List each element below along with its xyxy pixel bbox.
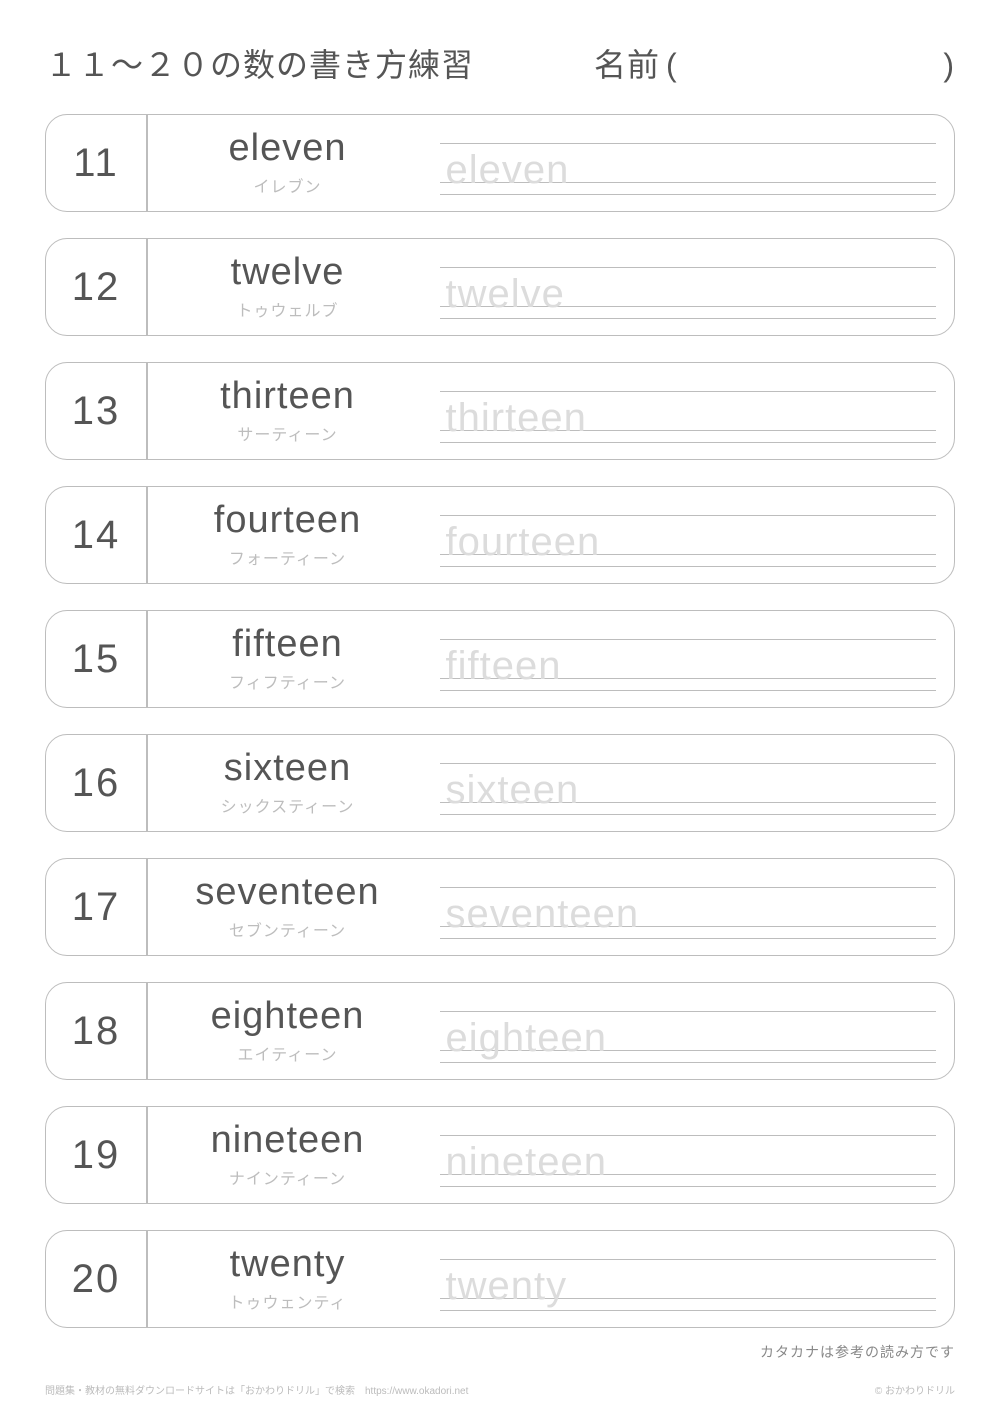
practice-row: 19 nineteen ナインティーン nineteen (45, 1106, 955, 1204)
word-cell: fourteen フォーティーン (148, 487, 428, 583)
word-english: thirteen (220, 377, 355, 415)
practice-row: 20 twenty トゥウェンティ twenty (45, 1230, 955, 1328)
page-footer: 問題集・教材の無料ダウンロードサイトは「おかわりドリル」で検索 https://… (45, 1382, 955, 1397)
practice-row: 17 seventeen セブンティーン seventeen (45, 858, 955, 956)
writing-line: twelve (440, 267, 937, 307)
trace-word: eleven (446, 150, 570, 190)
number-cell: 20 (46, 1231, 146, 1327)
number-cell: 16 (46, 735, 146, 831)
number-cell: 15 (46, 611, 146, 707)
word-katakana: シックスティーン (221, 793, 355, 817)
word-english: twenty (230, 1245, 346, 1283)
writing-cell[interactable]: eleven (428, 115, 955, 211)
writing-cell[interactable]: nineteen (428, 1107, 955, 1203)
word-katakana: エイティーン (238, 1041, 338, 1065)
number-cell: 14 (46, 487, 146, 583)
writing-cell[interactable]: thirteen (428, 363, 955, 459)
writing-line: twenty (440, 1259, 937, 1299)
word-katakana: トゥウェンティ (228, 1289, 346, 1313)
word-katakana: フィフティーン (229, 669, 346, 693)
writing-line: fifteen (440, 639, 937, 679)
word-cell: fifteen フィフティーン (148, 611, 428, 707)
word-katakana: イレブン (253, 173, 321, 197)
writing-line: eighteen (440, 1011, 937, 1051)
practice-row: 13 thirteen サーティーン thirteen (45, 362, 955, 460)
writing-line: seventeen (440, 887, 937, 927)
name-close-paren: ) (943, 47, 955, 84)
word-cell: nineteen ナインティーン (148, 1107, 428, 1203)
word-english: eighteen (211, 997, 365, 1035)
word-cell: twelve トゥウェルブ (148, 239, 428, 335)
word-cell: eleven イレブン (148, 115, 428, 211)
writing-cell[interactable]: eighteen (428, 983, 955, 1079)
word-english: twelve (231, 253, 345, 291)
writing-line: nineteen (440, 1135, 937, 1175)
word-english: eleven (229, 129, 347, 167)
katakana-footnote: カタカナは参考の読み方です (45, 1342, 955, 1362)
word-cell: eighteen エイティーン (148, 983, 428, 1079)
page-title: １１～２０の数の書き方練習 (45, 40, 474, 86)
practice-row: 11 eleven イレブン eleven (45, 114, 955, 212)
word-katakana: フォーティーン (229, 545, 346, 569)
word-cell: thirteen サーティーン (148, 363, 428, 459)
writing-cell[interactable]: fourteen (428, 487, 955, 583)
name-open-paren: ( (666, 47, 678, 84)
number-cell: 18 (46, 983, 146, 1079)
writing-line: eleven (440, 143, 937, 183)
writing-cell[interactable]: fifteen (428, 611, 955, 707)
trace-word: sixteen (446, 770, 580, 810)
writing-cell[interactable]: sixteen (428, 735, 955, 831)
writing-line: sixteen (440, 763, 937, 803)
word-katakana: トゥウェルブ (236, 297, 338, 321)
writing-line: thirteen (440, 391, 937, 431)
writing-line: fourteen (440, 515, 937, 555)
worksheet-header: １１～２０の数の書き方練習 名前 ( ) (45, 40, 955, 86)
word-katakana: セブンティーン (229, 917, 346, 941)
number-cell: 11 (46, 115, 146, 211)
writing-cell[interactable]: twenty (428, 1231, 955, 1327)
practice-row: 18 eighteen エイティーン eighteen (45, 982, 955, 1080)
footer-source: 問題集・教材の無料ダウンロードサイトは「おかわりドリル」で検索 https://… (45, 1382, 468, 1397)
trace-word: twenty (446, 1266, 568, 1306)
trace-word: eighteen (446, 1018, 607, 1058)
footer-copyright: © おかわりドリル (875, 1382, 955, 1397)
trace-word: fourteen (446, 522, 601, 562)
word-cell: seventeen セブンティーン (148, 859, 428, 955)
number-cell: 19 (46, 1107, 146, 1203)
name-label: 名前 (594, 40, 660, 86)
trace-word: seventeen (446, 894, 640, 934)
word-english: fourteen (214, 501, 361, 539)
word-english: sixteen (224, 749, 351, 787)
practice-row: 16 sixteen シックスティーン sixteen (45, 734, 955, 832)
word-english: nineteen (211, 1121, 365, 1159)
practice-row: 12 twelve トゥウェルブ twelve (45, 238, 955, 336)
trace-word: nineteen (446, 1142, 607, 1182)
word-english: seventeen (195, 873, 379, 911)
writing-cell[interactable]: seventeen (428, 859, 955, 955)
practice-rows: 11 eleven イレブン eleven 12 twelve トゥウェルブ t… (45, 114, 955, 1328)
word-english: fifteen (232, 625, 343, 663)
word-katakana: ナインティーン (229, 1165, 346, 1189)
word-katakana: サーティーン (237, 421, 337, 445)
trace-word: thirteen (446, 398, 587, 438)
practice-row: 14 fourteen フォーティーン fourteen (45, 486, 955, 584)
word-cell: sixteen シックスティーン (148, 735, 428, 831)
word-cell: twenty トゥウェンティ (148, 1231, 428, 1327)
trace-word: twelve (446, 274, 565, 314)
trace-word: fifteen (446, 646, 562, 686)
number-cell: 12 (46, 239, 146, 335)
writing-cell[interactable]: twelve (428, 239, 955, 335)
number-cell: 17 (46, 859, 146, 955)
number-cell: 13 (46, 363, 146, 459)
practice-row: 15 fifteen フィフティーン fifteen (45, 610, 955, 708)
